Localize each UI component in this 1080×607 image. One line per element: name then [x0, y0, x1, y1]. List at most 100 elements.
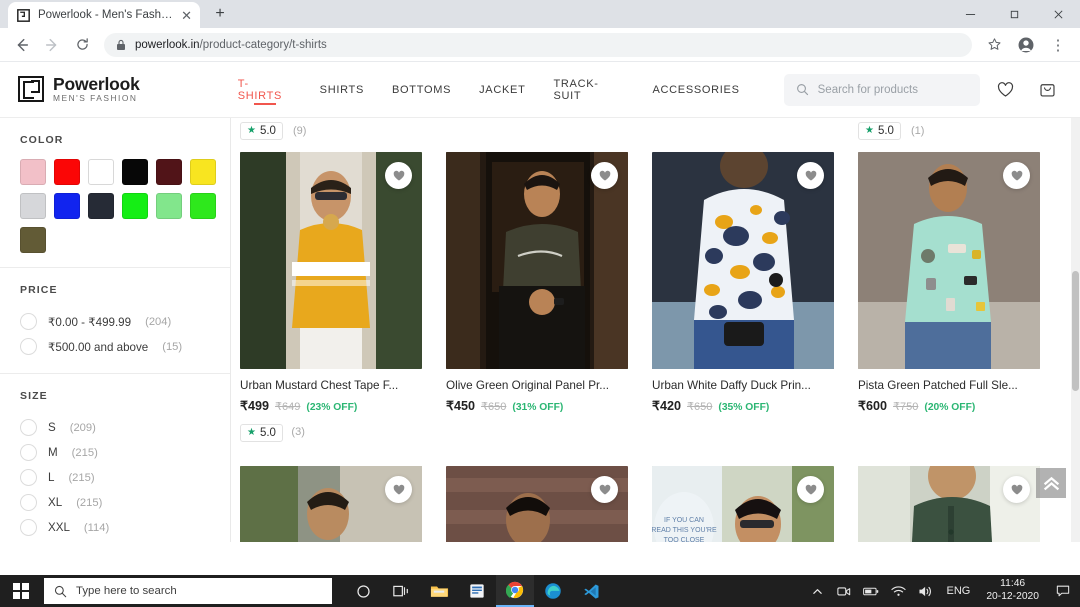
taskbar-search-box[interactable]: Type here to search: [44, 578, 332, 604]
color-swatch-light-green[interactable]: [156, 193, 182, 219]
radio-icon[interactable]: [20, 444, 37, 461]
price-option-0[interactable]: ₹0.00 - ₹499.99 (204): [20, 309, 210, 334]
camera-icon[interactable]: [835, 585, 853, 597]
nav-item-tshirts[interactable]: T-SHIRTS: [224, 62, 306, 117]
nav-item-bottoms[interactable]: BOTTOMS: [378, 62, 465, 117]
price-option-1[interactable]: ₹500.00 and above (15): [20, 334, 210, 359]
color-swatch-blue[interactable]: [54, 193, 80, 219]
size-option-xxl[interactable]: XXL (114): [20, 515, 210, 540]
wishlist-button[interactable]: [385, 162, 412, 189]
back-icon[interactable]: [8, 31, 36, 59]
cortana-icon[interactable]: [344, 575, 382, 607]
nav-item-track-suit[interactable]: TRACK-SUIT: [539, 62, 638, 117]
size-option-xl[interactable]: XL (215): [20, 490, 210, 515]
clock[interactable]: 11:46 20-12-2020: [982, 578, 1043, 604]
shopping-bag-icon[interactable]: [1030, 73, 1064, 107]
wishlist-icon[interactable]: [988, 73, 1022, 107]
maximize-button[interactable]: [992, 0, 1036, 28]
wishlist-button[interactable]: [385, 476, 412, 503]
file-explorer-icon[interactable]: [420, 575, 458, 607]
radio-icon[interactable]: [20, 519, 37, 536]
microsoft-store-icon[interactable]: [458, 575, 496, 607]
brand-logo[interactable]: Powerlook MEN'S FASHION: [18, 74, 140, 104]
product-image[interactable]: [240, 466, 422, 542]
wishlist-button[interactable]: [591, 162, 618, 189]
wishlist-button[interactable]: [797, 476, 824, 503]
google-chrome-icon[interactable]: [496, 575, 534, 607]
color-swatch-yellow[interactable]: [190, 159, 216, 185]
color-swatch-red[interactable]: [54, 159, 80, 185]
product-card[interactable]: Pista Green Patched Full Sle... ₹600 ₹75…: [858, 152, 1040, 442]
color-swatch-bright-green[interactable]: [190, 193, 216, 219]
wifi-icon[interactable]: [889, 585, 907, 597]
color-swatch-green[interactable]: [122, 193, 148, 219]
new-tab-button[interactable]: +: [210, 4, 230, 24]
color-swatch-black[interactable]: [122, 159, 148, 185]
color-swatch-white[interactable]: [88, 159, 114, 185]
show-hidden-icons-icon[interactable]: [808, 586, 826, 597]
size-option-label: S: [48, 421, 56, 434]
reload-icon[interactable]: [68, 31, 96, 59]
wishlist-button[interactable]: [1003, 476, 1030, 503]
close-tab-icon[interactable]: ✕: [181, 9, 192, 22]
product-title[interactable]: Urban White Daffy Duck Prin...: [652, 379, 834, 392]
product-image[interactable]: [446, 466, 628, 542]
forward-icon[interactable]: [38, 31, 66, 59]
radio-icon[interactable]: [20, 338, 37, 355]
product-title[interactable]: Urban Mustard Chest Tape F...: [240, 379, 422, 392]
windows-start-icon[interactable]: [0, 575, 42, 607]
task-view-icon[interactable]: [382, 575, 420, 607]
color-swatch-light-grey[interactable]: [20, 193, 46, 219]
product-title[interactable]: Pista Green Patched Full Sle...: [858, 379, 1040, 392]
nav-item-accessories[interactable]: ACCESSORIES: [638, 62, 753, 117]
size-option-s[interactable]: S (209): [20, 415, 210, 440]
product-image[interactable]: IF YOU CAN READ THIS YOU'RE TOO CLOSE: [652, 466, 834, 542]
product-image[interactable]: [652, 152, 834, 369]
color-swatch-pink[interactable]: [20, 159, 46, 185]
scrollbar-thumb[interactable]: [1072, 270, 1079, 391]
browser-menu-icon[interactable]: ⋮: [1044, 31, 1072, 59]
language-indicator[interactable]: ENG: [943, 585, 973, 597]
product-card[interactable]: IF YOU CAN READ THIS YOU'RE TOO CLOSE: [652, 466, 834, 542]
battery-icon[interactable]: [862, 586, 880, 597]
product-search-box[interactable]: [783, 73, 981, 106]
product-card[interactable]: Olive Green Original Panel Pr... ₹450 ₹6…: [446, 152, 628, 442]
minimize-button[interactable]: [948, 0, 992, 28]
color-swatch-maroon[interactable]: [156, 159, 182, 185]
product-card[interactable]: [858, 466, 1040, 542]
radio-icon[interactable]: [20, 419, 37, 436]
wishlist-button[interactable]: [797, 162, 824, 189]
address-bar[interactable]: powerlook.in/product-category/t-shirts: [104, 32, 972, 57]
notification-icon[interactable]: [1052, 585, 1074, 597]
browser-tab[interactable]: Powerlook - Men's Fashion ✕: [8, 2, 200, 28]
nav-item-jacket[interactable]: JACKET: [465, 62, 539, 117]
profile-avatar-icon[interactable]: [1012, 31, 1040, 59]
page-scrollbar[interactable]: [1071, 118, 1080, 542]
search-input[interactable]: [817, 83, 969, 96]
product-title[interactable]: Olive Green Original Panel Pr...: [446, 379, 628, 392]
microsoft-edge-icon[interactable]: [534, 575, 572, 607]
color-swatch-navy-charcoal[interactable]: [88, 193, 114, 219]
close-window-button[interactable]: [1036, 0, 1080, 28]
visual-studio-code-icon[interactable]: [572, 575, 610, 607]
wishlist-button[interactable]: [591, 476, 618, 503]
size-option-m[interactable]: M (215): [20, 440, 210, 465]
product-card[interactable]: Urban White Daffy Duck Prin... ₹420 ₹650…: [652, 152, 834, 442]
size-option-l[interactable]: L (215): [20, 465, 210, 490]
product-image[interactable]: [240, 152, 422, 369]
volume-icon[interactable]: [916, 585, 934, 598]
product-image[interactable]: [858, 466, 1040, 542]
wishlist-button[interactable]: [1003, 162, 1030, 189]
color-swatch-olive[interactable]: [20, 227, 46, 253]
product-image[interactable]: [446, 152, 628, 369]
product-image[interactable]: [858, 152, 1040, 369]
radio-icon[interactable]: [20, 313, 37, 330]
product-card[interactable]: [446, 466, 628, 542]
product-card[interactable]: [240, 466, 422, 542]
radio-icon[interactable]: [20, 469, 37, 486]
product-card[interactable]: Urban Mustard Chest Tape F... ₹499 ₹649 …: [240, 152, 422, 442]
scroll-to-top-button[interactable]: [1036, 468, 1066, 498]
star-icon[interactable]: [980, 31, 1008, 59]
radio-icon[interactable]: [20, 494, 37, 511]
nav-item-shirts[interactable]: SHIRTS: [306, 62, 378, 117]
